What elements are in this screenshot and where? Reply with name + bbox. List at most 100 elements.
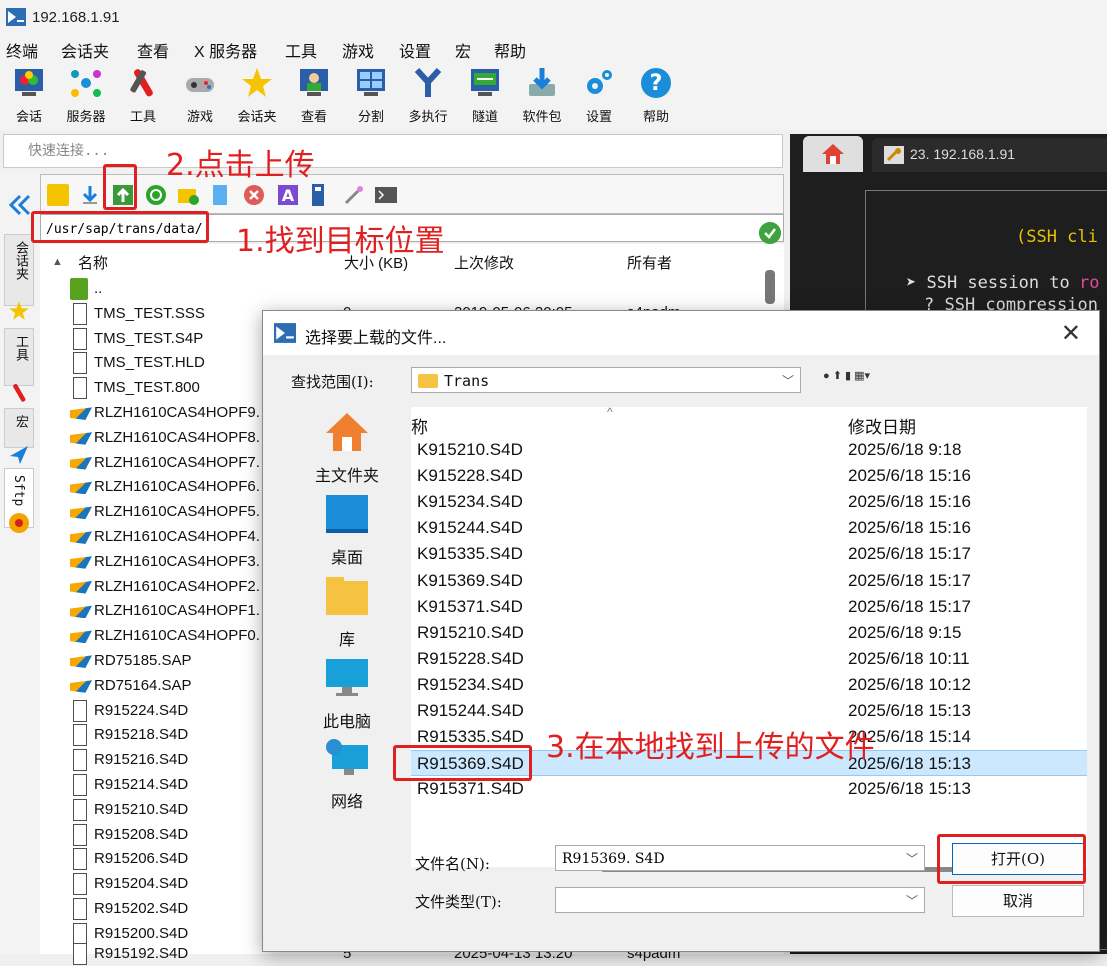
- file-icon: [73, 302, 87, 325]
- split-icon: [357, 69, 385, 96]
- file-name: RLZH1610CAS4HOPF5.: [94, 503, 260, 521]
- magic-wand-icon[interactable]: [343, 184, 365, 206]
- list-item[interactable]: K915335.S4D 2025/6/18 15:17: [411, 541, 1087, 567]
- local-file-date: 2025/6/18 15:13: [848, 701, 971, 720]
- file-icon: [73, 749, 87, 772]
- annotation-box-open: [937, 834, 1086, 884]
- menu-macro[interactable]: 宏: [455, 38, 471, 62]
- place-this-pc[interactable]: 此电脑: [287, 657, 407, 732]
- multiexec-button[interactable]: 多执行: [404, 64, 452, 128]
- terminal-icon[interactable]: [375, 184, 397, 206]
- view-button[interactable]: 查看: [290, 64, 338, 128]
- quick-connect-box: [3, 134, 790, 168]
- help-button[interactable]: ? 帮助: [632, 64, 680, 128]
- cancel-button[interactable]: 取消: [952, 885, 1084, 917]
- package-icon: [529, 68, 555, 96]
- local-file-date: 2025/6/18 9:15: [848, 622, 962, 642]
- list-item[interactable]: K915244.S4D 2025/6/18 15:16: [411, 515, 1087, 541]
- annotation-box-path: [31, 211, 209, 243]
- help-icon: ?: [641, 68, 671, 98]
- tunnel-button[interactable]: 隧道: [461, 64, 509, 128]
- side-macro-icon: [10, 446, 28, 464]
- list-item[interactable]: K915228.S4D 2025/6/18 15:16: [411, 463, 1087, 489]
- collapse-icon[interactable]: [8, 194, 32, 216]
- column-modified[interactable]: 上次修改: [454, 252, 514, 273]
- file-icon: [73, 352, 87, 375]
- file-icon: [73, 848, 87, 871]
- computer-icon: [326, 659, 368, 696]
- vertical-scrollbar[interactable]: [765, 270, 775, 304]
- tab-macros[interactable]: 宏: [4, 408, 34, 448]
- split-button[interactable]: 分割: [347, 64, 395, 128]
- look-in-label: 查找范围(I):: [291, 373, 374, 391]
- servers-button[interactable]: 服务器: [62, 64, 110, 128]
- list-item[interactable]: K915210.S4D 2025/6/18 9:18: [411, 437, 1087, 463]
- menu-sessions[interactable]: 会话夹: [61, 38, 109, 62]
- tools-button[interactable]: 工具: [119, 64, 167, 128]
- app-icon: [6, 8, 26, 26]
- side-tools-icon: [13, 384, 26, 402]
- download-icon[interactable]: [79, 184, 101, 206]
- list-item[interactable]: K915369.S4D 2025/6/18 15:17: [411, 568, 1087, 594]
- menu-xserver[interactable]: X 服务器: [194, 38, 257, 62]
- list-item[interactable]: R915244.S4D 2025/6/18 15:13: [411, 698, 1087, 724]
- place-library[interactable]: 库: [287, 575, 407, 650]
- filename-input[interactable]: [560, 847, 894, 871]
- list-item[interactable]: K915371.S4D 2025/6/18 15:17: [411, 594, 1087, 620]
- menu-terminal[interactable]: 终端: [6, 38, 38, 62]
- column-name[interactable]: 名称: [78, 252, 108, 273]
- home-tab[interactable]: [803, 136, 863, 172]
- home-icon: [326, 413, 368, 451]
- menu-settings[interactable]: 设置: [399, 38, 431, 62]
- nav-buttons[interactable]: ● ⬆ ▮ ▦▾: [823, 369, 870, 382]
- list-item[interactable]: R915210.S4D 2025/6/18 9:15: [411, 620, 1087, 646]
- properties-icon[interactable]: [307, 184, 329, 206]
- list-item[interactable]: R915234.S4D 2025/6/18 10:12: [411, 672, 1087, 698]
- filetype-select[interactable]: ﹀: [555, 887, 925, 913]
- games-button[interactable]: 游戏: [176, 64, 224, 128]
- session-button[interactable]: 会话: [5, 64, 53, 128]
- close-icon[interactable]: ✕: [1061, 319, 1081, 348]
- menu-help[interactable]: 帮助: [494, 38, 526, 62]
- file-icon: [73, 798, 87, 821]
- place-home[interactable]: 主文件夹: [287, 411, 407, 486]
- annotation-step3: 3.在本地找到上传的文件: [546, 730, 875, 765]
- side-tabs: 会话夹 工具 宏 Sftp: [0, 172, 40, 954]
- local-file-name: R915244.S4D: [417, 701, 524, 720]
- column-date-header[interactable]: 修改日期: [848, 413, 916, 438]
- rename-icon[interactable]: A: [277, 184, 299, 206]
- list-item[interactable]: R915228.S4D 2025/6/18 10:11: [411, 646, 1087, 672]
- tab-sessions[interactable]: 会话夹: [4, 234, 34, 306]
- place-network[interactable]: 网络: [287, 737, 407, 812]
- new-file-icon[interactable]: [209, 184, 231, 206]
- menu-tools[interactable]: 工具: [285, 38, 317, 62]
- column-owner[interactable]: 所有者: [627, 252, 672, 273]
- bookmarks-button[interactable]: 会话夹: [233, 64, 281, 128]
- look-in-select[interactable]: Trans ﹀: [411, 367, 801, 393]
- packages-button[interactable]: 软件包: [518, 64, 566, 128]
- new-folder-icon[interactable]: [177, 184, 199, 206]
- quick-connect-input[interactable]: [4, 135, 790, 167]
- file-name: R915208.S4D: [94, 825, 189, 843]
- chevron-down-icon[interactable]: ﹀: [906, 850, 918, 867]
- file-icon: [73, 724, 87, 747]
- list-item[interactable]: K915234.S4D 2025/6/18 15:16: [411, 489, 1087, 515]
- file-name: R915224.S4D: [94, 701, 189, 719]
- gamepad-icon: [186, 78, 214, 92]
- menu-games[interactable]: 游戏: [342, 38, 374, 62]
- settings-button[interactable]: 设置: [575, 64, 623, 128]
- file-icon: [70, 680, 92, 693]
- local-file-date: 2025/6/18 15:17: [848, 570, 971, 590]
- refresh-icon[interactable]: [145, 184, 167, 206]
- local-file-date: 2025/6/18 15:16: [848, 466, 971, 486]
- local-file-name: R915210.S4D: [417, 622, 524, 642]
- column-name-header[interactable]: 称: [411, 413, 428, 438]
- menu-view[interactable]: 查看: [137, 38, 169, 62]
- checkmark-icon[interactable]: [759, 222, 781, 244]
- delete-icon[interactable]: [243, 184, 265, 206]
- tab-tools[interactable]: 工具: [4, 328, 34, 386]
- session-tab[interactable]: 23. 192.168.1.91: [872, 138, 1107, 172]
- parent-folder-icon[interactable]: [47, 184, 69, 206]
- place-desktop[interactable]: 桌面: [287, 493, 407, 568]
- table-row[interactable]: ..: [70, 276, 770, 301]
